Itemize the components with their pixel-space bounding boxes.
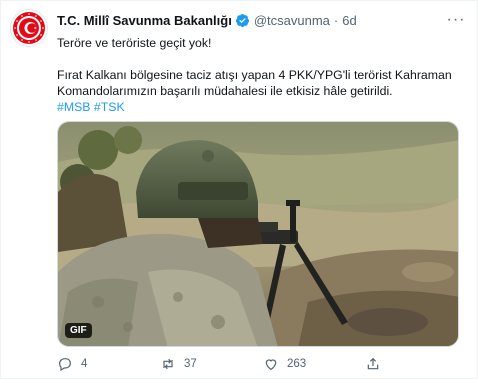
heart-icon	[265, 359, 277, 371]
retweet-button[interactable]: 37	[160, 356, 197, 372]
like-count: 263	[287, 358, 307, 370]
msb-emblem-icon	[13, 12, 45, 44]
tweet-text-line-2: Fırat Kalkanı bölgesine taciz atışı yapa…	[57, 68, 452, 82]
display-name[interactable]: T.C. Millî Savunma Bakanlığı	[57, 13, 232, 28]
media-gif[interactable]: GIF	[57, 121, 459, 347]
verified-badge-icon	[235, 13, 249, 27]
retweet-count: 37	[184, 358, 197, 370]
more-options-button[interactable]: ···	[445, 9, 467, 31]
tweet-text-line-1: Teröre ve teröriste geçit yok!	[57, 36, 212, 50]
timestamp[interactable]: 6d	[342, 13, 356, 28]
like-button[interactable]: 263	[263, 356, 306, 372]
action-bar: 4 37 263	[57, 356, 459, 374]
hashtag-line: #MSB #TSK	[57, 99, 463, 115]
tweet-header: T.C. Millî Savunma Bakanlığı @tcsavunma …	[57, 11, 467, 29]
separator-dot: ·	[333, 12, 339, 28]
reply-button[interactable]: 4	[57, 356, 87, 372]
handle[interactable]: @tcsavunma	[254, 13, 330, 28]
reply-count: 4	[81, 358, 88, 370]
reply-icon	[59, 358, 71, 372]
soldier-photo	[58, 122, 458, 346]
gif-badge: GIF	[65, 323, 92, 338]
hashtag-tsk[interactable]: #TSK	[94, 100, 125, 114]
retweet-icon	[163, 358, 173, 370]
hashtag-msb[interactable]: #MSB	[57, 100, 91, 114]
avatar[interactable]	[10, 9, 48, 47]
tweet-card[interactable]: T.C. Millî Savunma Bakanlığı @tcsavunma …	[0, 0, 478, 379]
share-button[interactable]	[365, 356, 389, 372]
share-icon	[367, 357, 379, 370]
tweet-text-line-3: Komandolarımızın başarılı müdahalesi ile…	[57, 84, 393, 98]
